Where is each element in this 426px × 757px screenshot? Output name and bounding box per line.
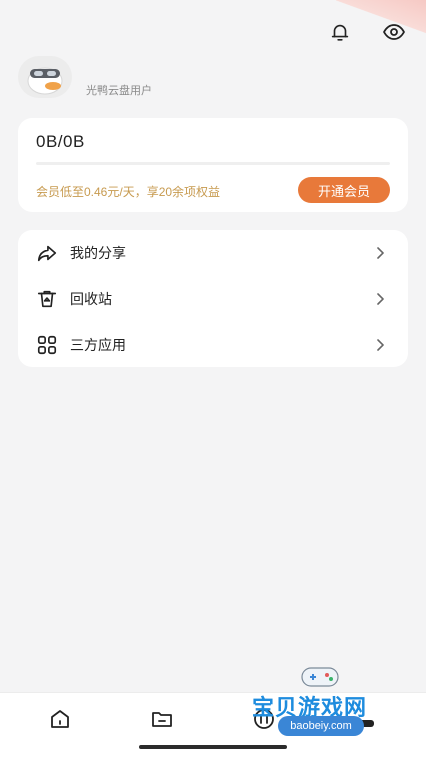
avatar[interactable] — [18, 56, 72, 98]
folder-icon — [152, 712, 172, 727]
menu-item-label: 我的分享 — [70, 244, 126, 261]
eye-icon[interactable] — [380, 18, 408, 46]
tab-home[interactable] — [46, 705, 74, 733]
watermark-url: baobeiy.com — [278, 716, 364, 736]
storage-usage: 0B/0B — [36, 132, 85, 151]
menu-item-third-party-apps[interactable]: 三方应用 — [18, 322, 408, 367]
gamepad-icon — [301, 667, 339, 687]
bell-icon[interactable] — [326, 18, 354, 46]
tab-files[interactable] — [148, 705, 176, 733]
chevron-right-icon — [376, 292, 386, 306]
menu-item-label: 回收站 — [70, 290, 112, 307]
recycle-bin-icon — [36, 288, 58, 310]
vip-promo-text: 会员低至0.46元/天，享20余项权益 — [36, 185, 221, 199]
duck-avatar-icon — [27, 67, 63, 95]
storage-card: 0B/0B 会员低至0.46元/天，享20余项权益 开通会员 — [18, 118, 408, 212]
share-icon — [36, 242, 58, 264]
open-vip-button[interactable]: 开通会员 — [298, 177, 390, 203]
home-icon — [51, 710, 69, 728]
storage-progress-bar — [36, 162, 390, 165]
profile-header[interactable]: 光鸭云盘用户 — [18, 56, 152, 98]
watermark: 宝贝游戏网 baobeiy.com — [246, 660, 406, 750]
menu-item-label: 三方应用 — [70, 336, 126, 353]
menu-card: 我的分享 回收站 三方应用 — [18, 230, 408, 367]
username: 光鸭云盘用户 — [86, 85, 152, 97]
apps-grid-icon — [36, 334, 58, 356]
menu-item-recycle-bin[interactable]: 回收站 — [18, 276, 408, 321]
chevron-right-icon — [376, 246, 386, 260]
chevron-right-icon — [376, 338, 386, 352]
menu-item-my-share[interactable]: 我的分享 — [18, 230, 408, 275]
